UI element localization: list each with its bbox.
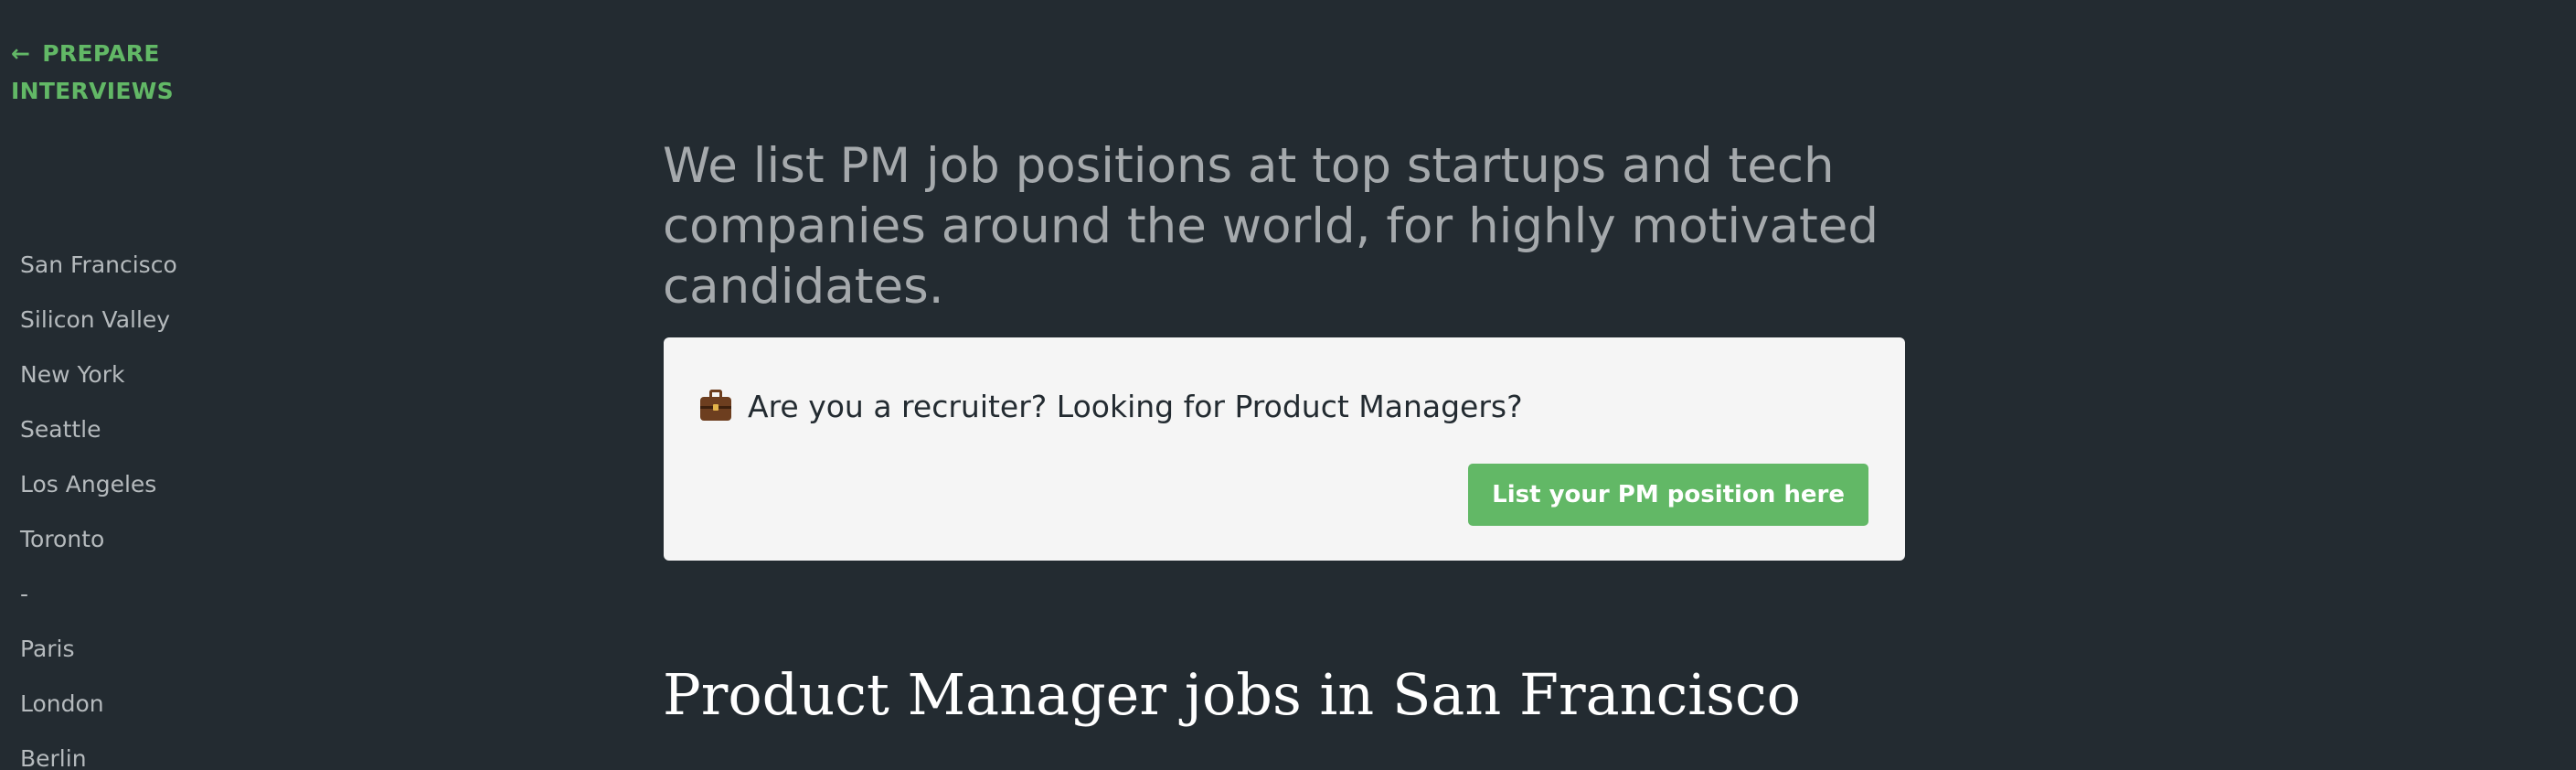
city-nav-separator: -: [20, 581, 29, 607]
city-nav-item-london[interactable]: London: [20, 677, 177, 732]
recruiter-question-text: Are you a recruiter? Looking for Product…: [748, 389, 1523, 424]
city-nav-item-berlin[interactable]: Berlin: [20, 732, 177, 770]
city-nav-item-toronto[interactable]: Toronto: [20, 512, 177, 567]
city-nav-item-san-francisco[interactable]: San Francisco: [20, 238, 177, 293]
city-nav: San Francisco Silicon Valley New York Se…: [20, 238, 177, 770]
back-arrow-icon: ←: [11, 40, 31, 67]
city-nav-item-los-angeles[interactable]: Los Angeles: [20, 457, 177, 512]
city-nav-item-new-york[interactable]: New York: [20, 348, 177, 402]
site-tagline: We list PM job positions at top startups…: [663, 138, 1879, 315]
jobs-section-title: Product Manager jobs in San Francisco: [663, 661, 1801, 728]
prepare-interviews-link[interactable]: ← PREPARE INTERVIEWS: [11, 35, 194, 110]
briefcase-icon: [700, 390, 731, 421]
list-pm-position-button[interactable]: List your PM position here: [1468, 464, 1868, 526]
page: ← PREPARE INTERVIEWS San Francisco Silic…: [0, 0, 2576, 770]
city-nav-item-seattle[interactable]: Seattle: [20, 402, 177, 457]
city-nav-item-paris[interactable]: Paris: [20, 622, 177, 677]
recruiter-question: Are you a recruiter? Looking for Product…: [700, 385, 1523, 429]
city-nav-item-silicon-valley[interactable]: Silicon Valley: [20, 293, 177, 348]
recruiter-callout: Are you a recruiter? Looking for Product…: [664, 337, 1905, 561]
prepare-interviews-label: PREPARE INTERVIEWS: [11, 40, 174, 104]
